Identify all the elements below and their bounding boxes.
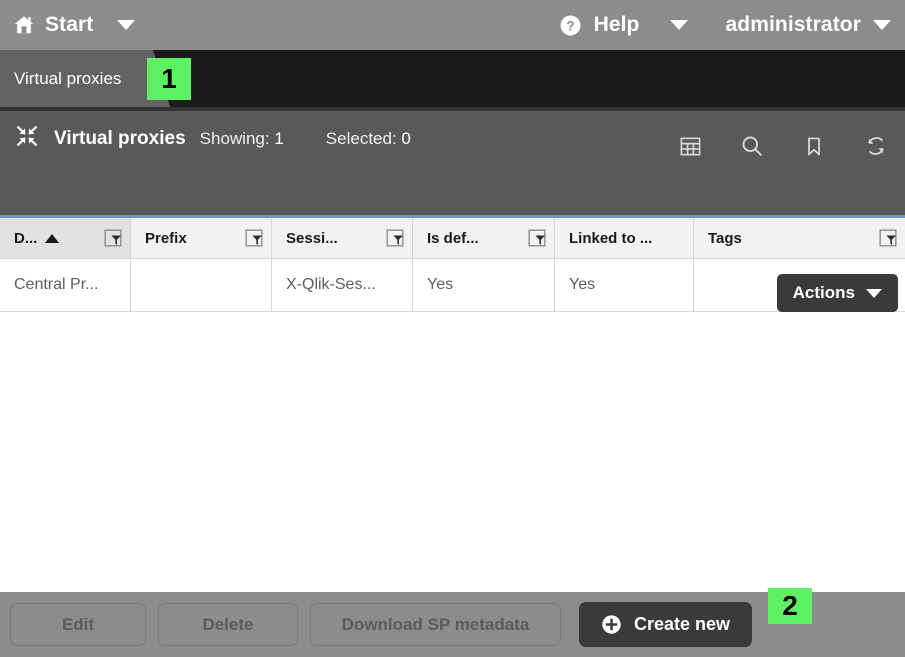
actions-button-label: Actions <box>792 283 855 302</box>
delete-button[interactable]: Delete <box>158 603 298 646</box>
refresh-icon[interactable] <box>863 133 889 159</box>
footer-button-group: Edit Delete Download SP metadata Create … <box>10 602 895 647</box>
table-header-cell[interactable]: Sessi... <box>272 218 413 258</box>
table-body: Central Pr... X-Qlik-Ses... Yes Yes <box>0 259 905 312</box>
table-header-row: D... Prefix Sessi... Is def... Linked to ...… <box>0 218 905 259</box>
showing-value: 1 <box>274 128 284 148</box>
user-chevron-down-icon[interactable] <box>873 20 891 30</box>
create-new-button[interactable]: Create new <box>579 602 753 647</box>
table-header-label: D... <box>14 229 38 247</box>
actions-button[interactable]: Actions <box>776 274 898 312</box>
table-header-cell[interactable]: Linked to ... <box>555 218 694 258</box>
table-header-label: Tags <box>708 229 742 247</box>
toolbar-left-group: Virtual proxies Showing: 1 Selected: 0 <box>14 123 411 154</box>
user-menu-label[interactable]: administrator <box>726 13 862 37</box>
topbar-left-group: Start <box>12 0 136 50</box>
virtual-proxies-table: D... Prefix Sessi... Is def... Linked to ...… <box>0 215 905 312</box>
top-navigation-bar: Start ? Help administrator <box>0 0 905 50</box>
tab-virtual-proxies-label[interactable]: Virtual proxies <box>14 50 121 107</box>
showing-label: Showing: <box>199 128 270 148</box>
bookmark-icon[interactable] <box>801 133 827 159</box>
help-circle-icon[interactable]: ? <box>559 14 582 37</box>
table-cell: X-Qlik-Ses... <box>272 259 413 311</box>
annotation-badge-1: 1 <box>147 58 191 100</box>
table-cell: Yes <box>413 259 555 311</box>
showing-count: Showing: 1 <box>200 129 284 149</box>
help-label[interactable]: Help <box>594 13 640 37</box>
plus-circle-icon <box>601 614 622 635</box>
start-menu-label[interactable]: Start <box>45 13 93 37</box>
topbar-right-group: ? Help administrator <box>559 0 891 50</box>
toolbar-top-strip <box>0 107 905 111</box>
table-cell: Yes <box>555 259 694 311</box>
table-header-cell[interactable]: D... <box>0 218 131 258</box>
search-icon[interactable] <box>739 133 765 159</box>
table-view-icon[interactable] <box>677 133 703 159</box>
selected-count: Selected: 0 <box>326 129 411 149</box>
tab-bar: Virtual proxies <box>0 50 905 107</box>
table-cell: Central Pr... <box>0 259 131 311</box>
download-sp-metadata-button[interactable]: Download SP metadata <box>310 603 561 646</box>
page-title: Virtual proxies <box>54 127 186 149</box>
svg-text:?: ? <box>566 18 574 33</box>
filter-icon[interactable] <box>245 229 263 247</box>
home-icon[interactable] <box>12 13 36 37</box>
table-header-label: Linked to ... <box>569 229 653 247</box>
filter-icon[interactable] <box>879 229 897 247</box>
filter-icon[interactable] <box>104 229 122 247</box>
filter-icon[interactable] <box>528 229 546 247</box>
start-chevron-down-icon[interactable] <box>117 20 136 30</box>
table-cell <box>131 259 272 311</box>
annotation-badge-2: 2 <box>768 588 812 624</box>
table-header-cell[interactable]: Is def... <box>413 218 555 258</box>
toolbar-icon-group <box>677 133 889 159</box>
table-header-cell[interactable]: Prefix <box>131 218 272 258</box>
edit-button[interactable]: Edit <box>10 603 146 646</box>
help-chevron-down-icon[interactable] <box>669 20 688 30</box>
create-new-label: Create new <box>634 614 731 634</box>
content-toolbar: Virtual proxies Showing: 1 Selected: 0 A… <box>0 107 905 312</box>
table-header-label: Prefix <box>145 229 187 247</box>
filter-icon[interactable] <box>386 229 404 247</box>
table-header-cell[interactable]: Tags <box>694 218 905 258</box>
table-header-label: Is def... <box>427 229 479 247</box>
sort-ascending-icon[interactable] <box>45 233 60 243</box>
collapse-arrows-icon[interactable] <box>14 123 40 154</box>
selected-label: Selected: <box>325 128 397 148</box>
table-row[interactable]: Central Pr... X-Qlik-Ses... Yes Yes <box>0 259 905 312</box>
app-root: Start ? Help administrator Virtual proxi… <box>0 0 905 657</box>
selected-value: 0 <box>401 128 411 148</box>
table-header-label: Sessi... <box>286 229 338 247</box>
actions-chevron-down-icon <box>866 288 882 298</box>
